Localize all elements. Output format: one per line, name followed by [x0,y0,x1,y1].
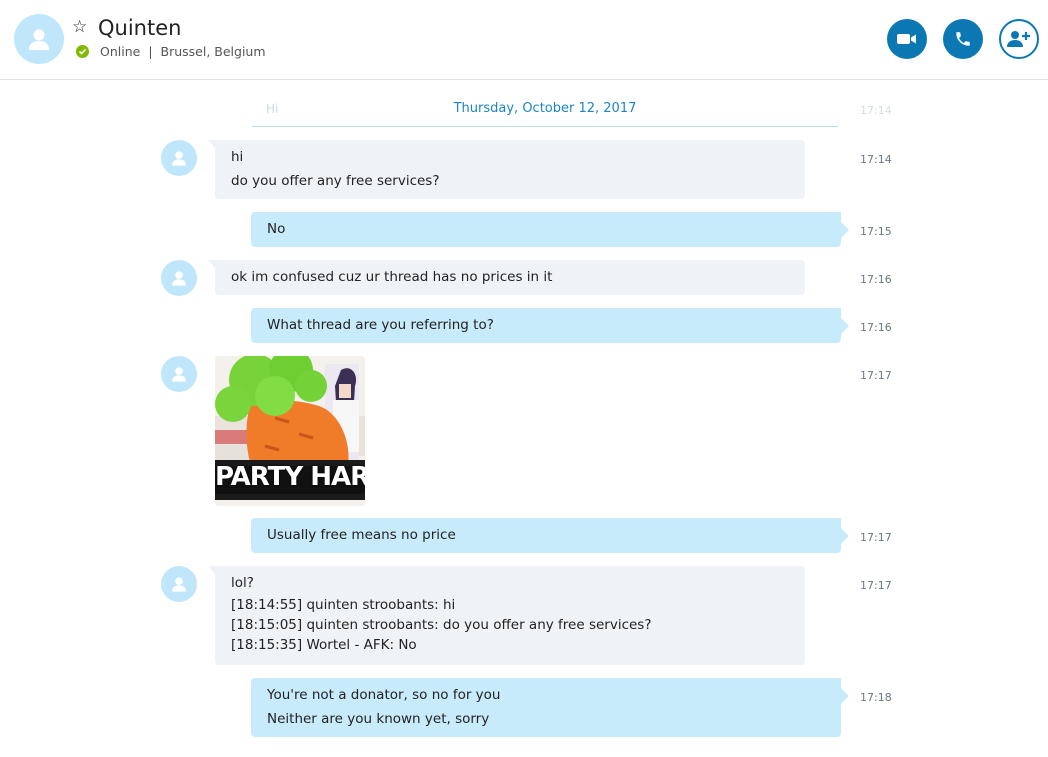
add-participant-button[interactable] [999,19,1039,59]
message-text: do you offer any free services? [231,173,440,189]
message-text: No [267,221,286,237]
message-text: Neither are you known yet, sorry [267,711,490,727]
message-time: 17:16 [860,321,892,334]
date-label: Thursday, October 12, 2017 [453,101,637,116]
image-caption: PARTY HARD [215,462,365,492]
message-time: 17:17 [860,369,892,382]
contact-name[interactable]: Quinten [98,16,181,40]
status-line: Online | Brussel, Belgium [100,44,266,59]
message-bubble[interactable]: lol? [18:14:55] quinten stroobants: hi [… [208,566,805,665]
message-bubble[interactable]: No [251,212,849,247]
status-label: Online [100,44,141,59]
person-icon [172,151,186,166]
add-person-icon [1007,31,1030,47]
person-icon [172,271,186,286]
faded-previous-message: Hi [266,102,279,116]
message-time: 17:15 [860,225,892,238]
faded-timestamp: 17:14 [860,104,892,117]
message-time: 17:14 [860,153,892,166]
contact-avatar[interactable] [14,14,64,64]
sender-avatar[interactable] [161,260,197,296]
message-bubble[interactable]: You're not a donator, so no for you Neit… [251,678,849,737]
message-bubble[interactable]: Usually free means no price [251,518,849,553]
video-camera-icon [897,34,916,44]
sender-avatar[interactable] [161,566,197,602]
quoted-line: [18:15:05] quinten stroobants: do you of… [231,617,652,633]
message-time: 17:17 [860,531,892,544]
video-call-button[interactable] [887,19,927,59]
person-icon [29,29,49,50]
sender-avatar[interactable] [161,356,197,392]
conversation-header: ☆ Quinten Online | Brussel, Belgium [0,0,1048,80]
message-time: 17:18 [860,691,892,704]
phone-icon [956,32,970,46]
message-text: hi [231,149,244,165]
message-time: 17:16 [860,273,892,286]
message-text: ok im confused cuz ur thread has no pric… [231,269,553,285]
shared-image[interactable]: PARTY HARD [215,356,365,506]
online-status-icon [76,45,89,58]
message-bubble[interactable]: ok im confused cuz ur thread has no pric… [208,260,805,295]
message-bubble[interactable]: What thread are you referring to? [251,308,849,343]
date-separator: Hi Thursday, October 12, 2017 [252,92,838,127]
message-time: 17:17 [860,579,892,592]
message-text: lol? [231,575,254,591]
message-text: Usually free means no price [267,527,456,543]
location-label: Brussel, Belgium [160,44,266,59]
quoted-line: [18:14:55] quinten stroobants: hi [231,597,456,613]
message-text: You're not a donator, so no for you [267,687,501,703]
status-separator: | [148,44,153,59]
message-bubble[interactable]: hi do you offer any free services? [208,140,805,199]
favorite-star-icon[interactable]: ☆ [72,17,87,37]
person-icon [172,367,186,382]
audio-call-button[interactable] [943,19,983,59]
quoted-line: [18:15:35] Wortel - AFK: No [231,637,417,653]
sender-avatar[interactable] [161,140,197,176]
message-text: What thread are you referring to? [267,317,494,333]
person-icon [172,577,186,592]
